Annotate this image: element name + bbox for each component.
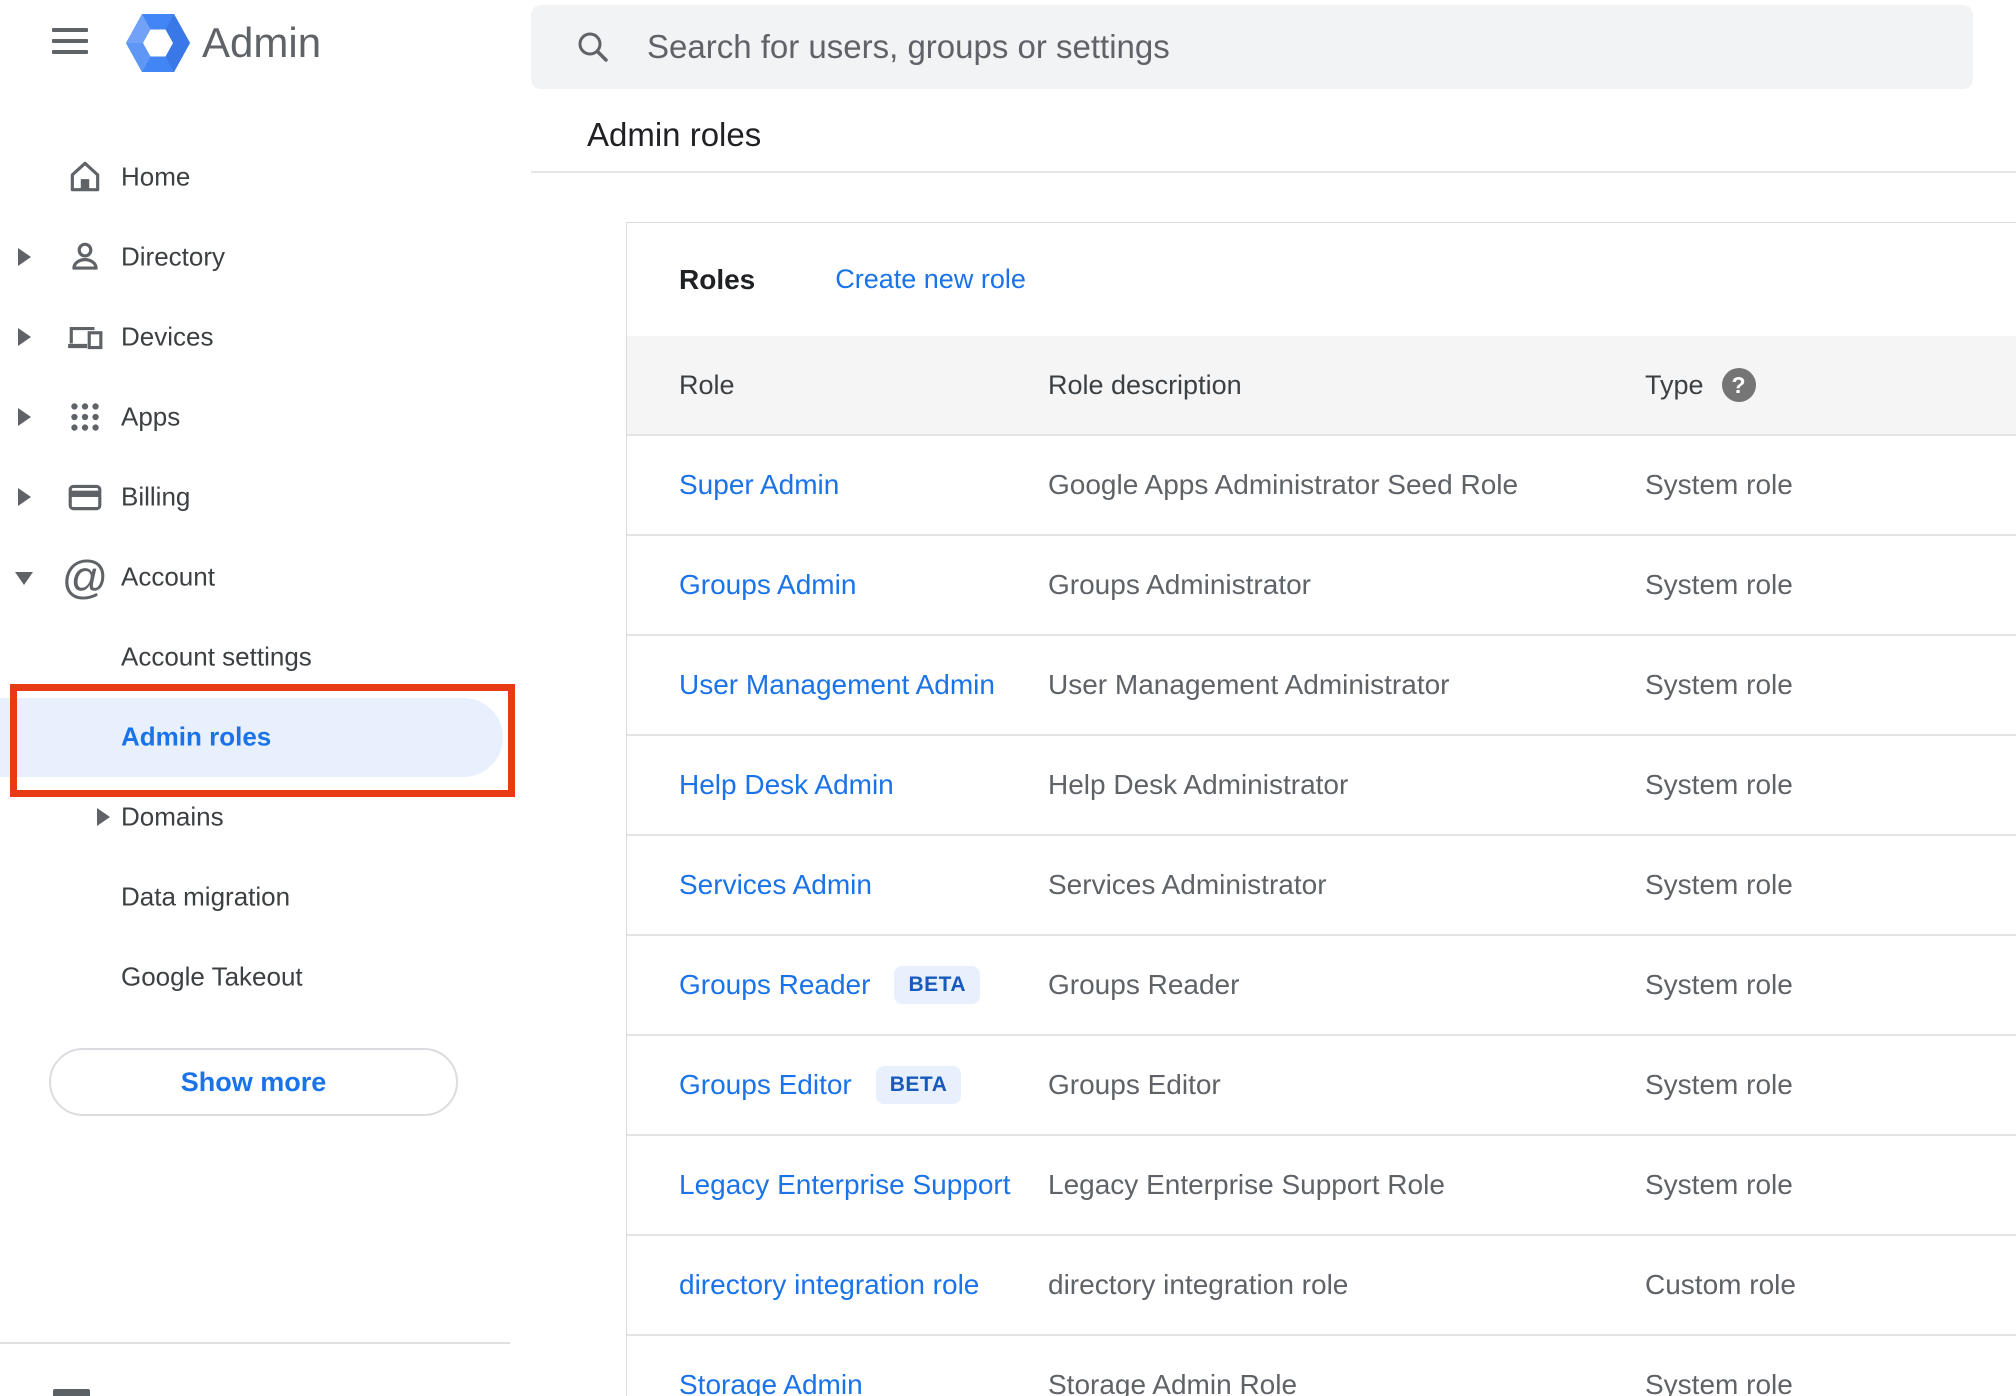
content-divider — [531, 171, 2016, 173]
sidebar-item-label: Account settings — [121, 641, 312, 672]
column-header-role: Role — [679, 369, 735, 400]
role-type: Custom role — [1645, 1269, 1796, 1300]
role-link[interactable]: Groups Admin — [679, 569, 856, 601]
role-type: System role — [1645, 1069, 1793, 1100]
sidebar-item-label: Apps — [121, 401, 181, 432]
role-link[interactable]: Services Admin — [679, 869, 872, 901]
person-icon — [66, 238, 104, 276]
role-link[interactable]: Help Desk Admin — [679, 769, 894, 801]
sidebar-item-google-takeout[interactable]: Google Takeout — [0, 937, 531, 1017]
billing-card-icon — [66, 478, 104, 516]
apps-grid-icon — [66, 398, 104, 436]
sidebar-item-label: Directory — [121, 241, 226, 272]
expand-arrow-icon[interactable] — [97, 808, 110, 826]
sidebar: Home Directory Devices Apps Billing @ Ac… — [0, 137, 531, 1017]
create-new-role-link[interactable]: Create new role — [835, 264, 1026, 295]
table-row: Help Desk Admin Help Desk Administrator … — [627, 734, 2016, 834]
table-header-row: Role Role description Type ? — [627, 336, 2016, 434]
table-row: directory integration role directory int… — [627, 1234, 2016, 1334]
partial-bottom-icon — [53, 1389, 90, 1396]
beta-badge: BETA — [894, 966, 981, 1004]
admin-console-screen: Admin Home Di — [0, 0, 2016, 1396]
search-icon — [578, 32, 608, 62]
role-type: System role — [1645, 669, 1793, 700]
sidebar-item-label: Domains — [121, 801, 224, 832]
sidebar-item-label: Google Takeout — [121, 961, 303, 992]
column-header-description: Role description — [1048, 369, 1242, 400]
table-row: Services Admin Services Administrator Sy… — [627, 834, 2016, 934]
at-sign-icon: @ — [61, 551, 109, 603]
table-row: Legacy Enterprise Support Legacy Enterpr… — [627, 1134, 2016, 1234]
role-description: Google Apps Administrator Seed Role — [1048, 469, 1519, 500]
role-type: System role — [1645, 569, 1793, 600]
admin-logo-icon — [126, 14, 190, 72]
table-row: Groups Reader BETA Groups Reader System … — [627, 934, 2016, 1034]
role-link[interactable]: Groups Reader — [679, 969, 870, 1001]
sidebar-item-account[interactable]: @ Account — [0, 537, 531, 617]
home-icon — [66, 158, 104, 196]
beta-badge: BETA — [875, 1066, 962, 1104]
role-description: directory integration role — [1048, 1269, 1349, 1300]
table-row: Storage Admin Storage Admin Role System … — [627, 1334, 2016, 1396]
sidebar-item-domains[interactable]: Domains — [0, 777, 531, 857]
breadcrumb: Admin roles — [587, 116, 762, 153]
sidebar-item-directory[interactable]: Directory — [0, 217, 531, 297]
table-row: User Management Admin User Management Ad… — [627, 634, 2016, 734]
role-type: System role — [1645, 1169, 1793, 1200]
sidebar-item-admin-roles[interactable]: Admin roles — [0, 697, 531, 777]
role-link[interactable]: Legacy Enterprise Support — [679, 1169, 1011, 1201]
expand-arrow-icon[interactable] — [18, 488, 31, 506]
sidebar-item-label: Billing — [121, 481, 191, 512]
role-type: System role — [1645, 869, 1793, 900]
role-type: System role — [1645, 1369, 1793, 1396]
sidebar-item-account-settings[interactable]: Account settings — [0, 617, 531, 697]
sidebar-item-billing[interactable]: Billing — [0, 457, 531, 537]
role-type: System role — [1645, 769, 1793, 800]
role-description: Services Administrator — [1048, 869, 1327, 900]
sidebar-item-label: Data migration — [121, 881, 291, 912]
role-link[interactable]: Groups Editor — [679, 1069, 852, 1101]
role-description: Legacy Enterprise Support Role — [1048, 1169, 1445, 1200]
role-link[interactable]: User Management Admin — [679, 669, 995, 701]
role-description: Groups Administrator — [1048, 569, 1311, 600]
expand-arrow-icon[interactable] — [18, 328, 31, 346]
help-icon[interactable]: ? — [1721, 368, 1756, 402]
role-description: User Management Administrator — [1048, 669, 1450, 700]
sidebar-item-label: Devices — [121, 321, 214, 352]
sidebar-item-devices[interactable]: Devices — [0, 297, 531, 377]
product-name: Admin — [202, 19, 322, 66]
hamburger-menu-icon[interactable] — [52, 28, 88, 56]
sidebar-item-home[interactable]: Home — [0, 137, 531, 217]
devices-icon — [66, 318, 104, 356]
column-header-type-label: Type — [1645, 369, 1704, 400]
card-title: Roles — [679, 263, 756, 295]
expand-arrow-icon[interactable] — [18, 408, 31, 426]
role-type: System role — [1645, 969, 1793, 1000]
sidebar-item-label: Account — [121, 561, 215, 592]
table-row: Groups Editor BETA Groups Editor System … — [627, 1034, 2016, 1134]
table-row: Groups Admin Groups Administrator System… — [627, 534, 2016, 634]
sidebar-item-label: Home — [121, 161, 191, 192]
role-description: Groups Editor — [1048, 1069, 1221, 1100]
role-description: Groups Reader — [1048, 969, 1240, 1000]
table-row: Super Admin Google Apps Administrator Se… — [627, 434, 2016, 534]
role-link[interactable]: Super Admin — [679, 469, 839, 501]
expand-arrow-icon[interactable] — [18, 248, 31, 266]
roles-card: Roles Create new role Role Role descript… — [626, 222, 2016, 1396]
collapse-arrow-icon[interactable] — [15, 572, 33, 585]
sidebar-divider — [0, 1342, 510, 1344]
search-bar[interactable] — [531, 5, 1973, 89]
sidebar-item-label: Admin roles — [121, 721, 272, 752]
column-header-type: Type ? — [1645, 368, 2016, 402]
role-link[interactable]: Storage Admin — [679, 1369, 863, 1396]
search-input[interactable] — [645, 27, 1973, 67]
role-description: Storage Admin Role — [1048, 1369, 1298, 1396]
sidebar-item-apps[interactable]: Apps — [0, 377, 531, 457]
sidebar-item-data-migration[interactable]: Data migration — [0, 857, 531, 937]
role-link[interactable]: directory integration role — [679, 1269, 979, 1301]
role-description: Help Desk Administrator — [1048, 769, 1349, 800]
show-more-button[interactable]: Show more — [49, 1048, 458, 1116]
role-type: System role — [1645, 469, 1793, 500]
